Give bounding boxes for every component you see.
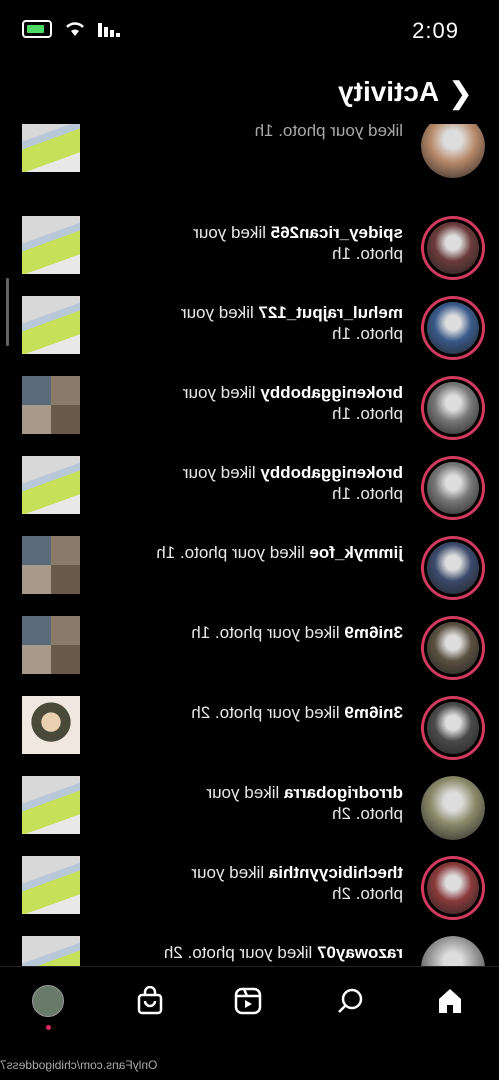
activity-time: photo. 1h <box>332 324 403 343</box>
notification-dot <box>46 1025 51 1030</box>
header: Activity ❯ <box>0 62 499 124</box>
post-thumbnail[interactable] <box>22 216 80 274</box>
post-thumbnail[interactable] <box>22 856 80 914</box>
avatar[interactable] <box>421 376 485 440</box>
activity-text: 3ni6m9 liked your photo. 2h <box>123 702 403 723</box>
username[interactable]: jimmyk_foe <box>309 543 403 562</box>
activity-row[interactable]: brokeniggabobby liked your photo. 1h <box>0 364 499 444</box>
home-icon <box>439 989 461 1013</box>
status-icons <box>22 20 120 38</box>
status-time: 2:09 <box>412 18 459 43</box>
activity-action: liked your <box>182 383 261 402</box>
activity-row[interactable]: mehul_rajput_127 liked your photo. 1h <box>0 284 499 364</box>
activity-row[interactable]: liked your photo. 1h <box>0 124 499 204</box>
activity-text: spidey_rican265 liked your photo. 1h <box>123 222 403 264</box>
avatar[interactable] <box>421 216 485 280</box>
signal-icon <box>98 23 120 37</box>
wifi-icon <box>66 22 84 36</box>
activity-time: photo. 1h <box>332 244 403 263</box>
avatar[interactable] <box>421 696 485 760</box>
post-thumbnail[interactable] <box>22 616 80 674</box>
username[interactable]: mehul_rajput_127 <box>258 303 403 322</box>
activity-row[interactable]: razoway07 liked your photo. 2h <box>0 924 499 966</box>
home-tab[interactable] <box>430 981 470 1021</box>
activity-time: photo. 2h <box>332 884 403 903</box>
activity-action: liked your <box>182 463 261 482</box>
post-thumbnail[interactable] <box>22 696 80 754</box>
avatar[interactable] <box>421 456 485 520</box>
activity-list: liked your photo. 1h spidey_rican265 like… <box>0 124 499 966</box>
username[interactable]: 3ni6m9 <box>344 703 403 722</box>
username[interactable]: brokeniggabobby <box>260 383 403 402</box>
activity-action: liked your <box>180 303 259 322</box>
avatar[interactable] <box>421 616 485 680</box>
username[interactable]: spidey_rican265 <box>271 223 403 242</box>
username[interactable]: razoway07 <box>317 943 403 962</box>
activity-text: razoway07 liked your photo. 2h <box>123 942 403 963</box>
activity-action: liked your <box>191 863 269 882</box>
activity-text: mehul_rajput_127 liked your photo. 1h <box>123 302 403 344</box>
avatar[interactable] <box>421 124 485 178</box>
activity-time: photo. 1h <box>332 404 403 423</box>
search-tab[interactable] <box>330 981 370 1021</box>
activity-time: photo. 1h <box>332 484 403 503</box>
back-chevron-icon[interactable]: ❯ <box>448 76 473 111</box>
post-thumbnail[interactable] <box>22 296 80 354</box>
avatar[interactable] <box>421 856 485 920</box>
post-thumbnail[interactable] <box>22 776 80 834</box>
battery-icon <box>22 20 52 38</box>
post-thumbnail[interactable] <box>22 376 80 434</box>
page-title: Activity <box>337 76 439 107</box>
activity-action: liked your photo. 1h <box>254 124 403 140</box>
username[interactable]: brokeniggabobby <box>260 463 403 482</box>
activity-text: jimmyk_foe liked your photo. 1h <box>123 542 403 563</box>
reels-tab[interactable] <box>228 981 268 1021</box>
activity-text: drrodrigobarra liked your photo. 2h <box>123 782 403 824</box>
avatar[interactable] <box>421 536 485 600</box>
post-thumbnail[interactable] <box>22 124 80 172</box>
shop-tab[interactable] <box>130 981 170 1021</box>
activity-row[interactable]: jimmyk_foe liked your photo. 1h <box>0 524 499 604</box>
activity-row[interactable]: brokeniggabobby liked your photo. 1h <box>0 444 499 524</box>
avatar[interactable] <box>421 936 485 966</box>
activity-text: thechibicyynthia liked your photo. 2h <box>123 862 403 904</box>
status-bar: 2:09 <box>0 0 499 62</box>
profile-tab[interactable] <box>28 981 68 1021</box>
post-thumbnail[interactable] <box>22 536 80 594</box>
activity-row[interactable]: spidey_rican265 liked your photo. 1h <box>0 204 499 284</box>
watermark-text: OnlyFans.com/chibigoddess7 <box>0 1058 158 1072</box>
activity-text: liked your photo. 1h <box>123 124 403 141</box>
post-thumbnail[interactable] <box>22 936 80 966</box>
activity-row[interactable]: thechibicyynthia liked your photo. 2h <box>0 844 499 924</box>
activity-action: liked your photo. 2h <box>191 703 345 722</box>
avatar[interactable] <box>421 296 485 360</box>
username[interactable]: drrodrigobarra <box>284 783 403 802</box>
activity-text: brokeniggabobby liked your photo. 1h <box>123 462 403 504</box>
profile-avatar-icon <box>32 985 64 1017</box>
activity-row[interactable]: 3ni6m9 liked your photo. 2h <box>0 684 499 764</box>
username[interactable]: thechibicyynthia <box>269 863 403 882</box>
activity-action: liked your photo. 2h <box>163 943 317 962</box>
activity-action: liked your <box>206 783 284 802</box>
bottom-nav <box>0 966 499 1047</box>
activity-time: photo. 2h <box>332 804 403 823</box>
activity-text: 3ni6m9 liked your photo. 1h <box>123 622 403 643</box>
shop-bag-icon <box>137 986 163 1015</box>
activity-action: liked your photo. 1h <box>156 543 310 562</box>
post-thumbnail[interactable] <box>22 456 80 514</box>
avatar[interactable] <box>421 776 485 840</box>
reels-icon <box>234 987 262 1015</box>
activity-row[interactable]: 3ni6m9 liked your photo. 1h <box>0 604 499 684</box>
activity-action: liked your photo. 1h <box>191 623 345 642</box>
search-icon <box>338 988 363 1013</box>
activity-action: liked your <box>193 223 271 242</box>
activity-row[interactable]: drrodrigobarra liked your photo. 2h <box>0 764 499 844</box>
activity-text: brokeniggabobby liked your photo. 1h <box>123 382 403 424</box>
username[interactable]: 3ni6m9 <box>344 623 403 642</box>
